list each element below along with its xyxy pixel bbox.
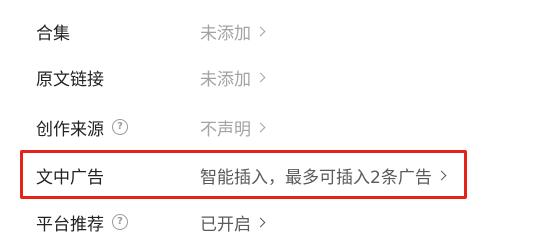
setting-value-original-link[interactable]: 未添加 xyxy=(200,65,266,90)
chevron-right-icon xyxy=(436,170,447,180)
chevron-right-icon xyxy=(255,26,266,36)
chevron-right-icon xyxy=(255,122,266,132)
settings-list: 合集 未添加 原文链接 未添加 创作来源 ? 不声明 文中广告 智能插入，最多可… xyxy=(0,0,539,252)
setting-value-collection[interactable]: 未添加 xyxy=(200,19,266,44)
setting-value-platform-recommend[interactable]: 已开启 xyxy=(200,210,266,235)
chevron-right-icon xyxy=(255,217,266,227)
setting-value-platform-recommend-text: 已开启 xyxy=(200,214,251,235)
setting-label-in-article-ads: 文中广告 xyxy=(36,167,104,188)
setting-label-original-link: 原文链接 xyxy=(36,69,104,90)
setting-value-in-article-ads-text: 智能插入，最多可插入2条广告 xyxy=(200,167,432,188)
help-circle-icon[interactable]: ? xyxy=(112,214,128,230)
setting-row-in-article-ads: 文中广告 智能插入，最多可插入2条广告 xyxy=(0,160,539,190)
chevron-right-icon xyxy=(255,72,266,82)
setting-row-platform-recommend: 平台推荐 ? 已开启 xyxy=(0,207,539,237)
setting-row-original-link: 原文链接 未添加 xyxy=(0,62,539,92)
setting-row-collection: 合集 未添加 xyxy=(0,16,539,46)
setting-value-creation-source-text: 不声明 xyxy=(200,119,251,140)
setting-value-in-article-ads[interactable]: 智能插入，最多可插入2条广告 xyxy=(200,163,447,188)
setting-value-creation-source[interactable]: 不声明 xyxy=(200,115,266,140)
setting-label-platform-recommend: 平台推荐 xyxy=(36,214,104,235)
setting-row-creation-source: 创作来源 ? 不声明 xyxy=(0,112,539,142)
setting-value-original-link-text: 未添加 xyxy=(200,69,251,90)
help-circle-icon[interactable]: ? xyxy=(112,119,128,135)
setting-label-creation-source: 创作来源 xyxy=(36,119,104,140)
setting-label-platform-recommend-wrap: 平台推荐 ? xyxy=(36,210,128,235)
setting-value-collection-text: 未添加 xyxy=(200,23,251,44)
setting-label-creation-source-wrap: 创作来源 ? xyxy=(36,115,128,140)
setting-label-collection: 合集 xyxy=(36,23,70,44)
